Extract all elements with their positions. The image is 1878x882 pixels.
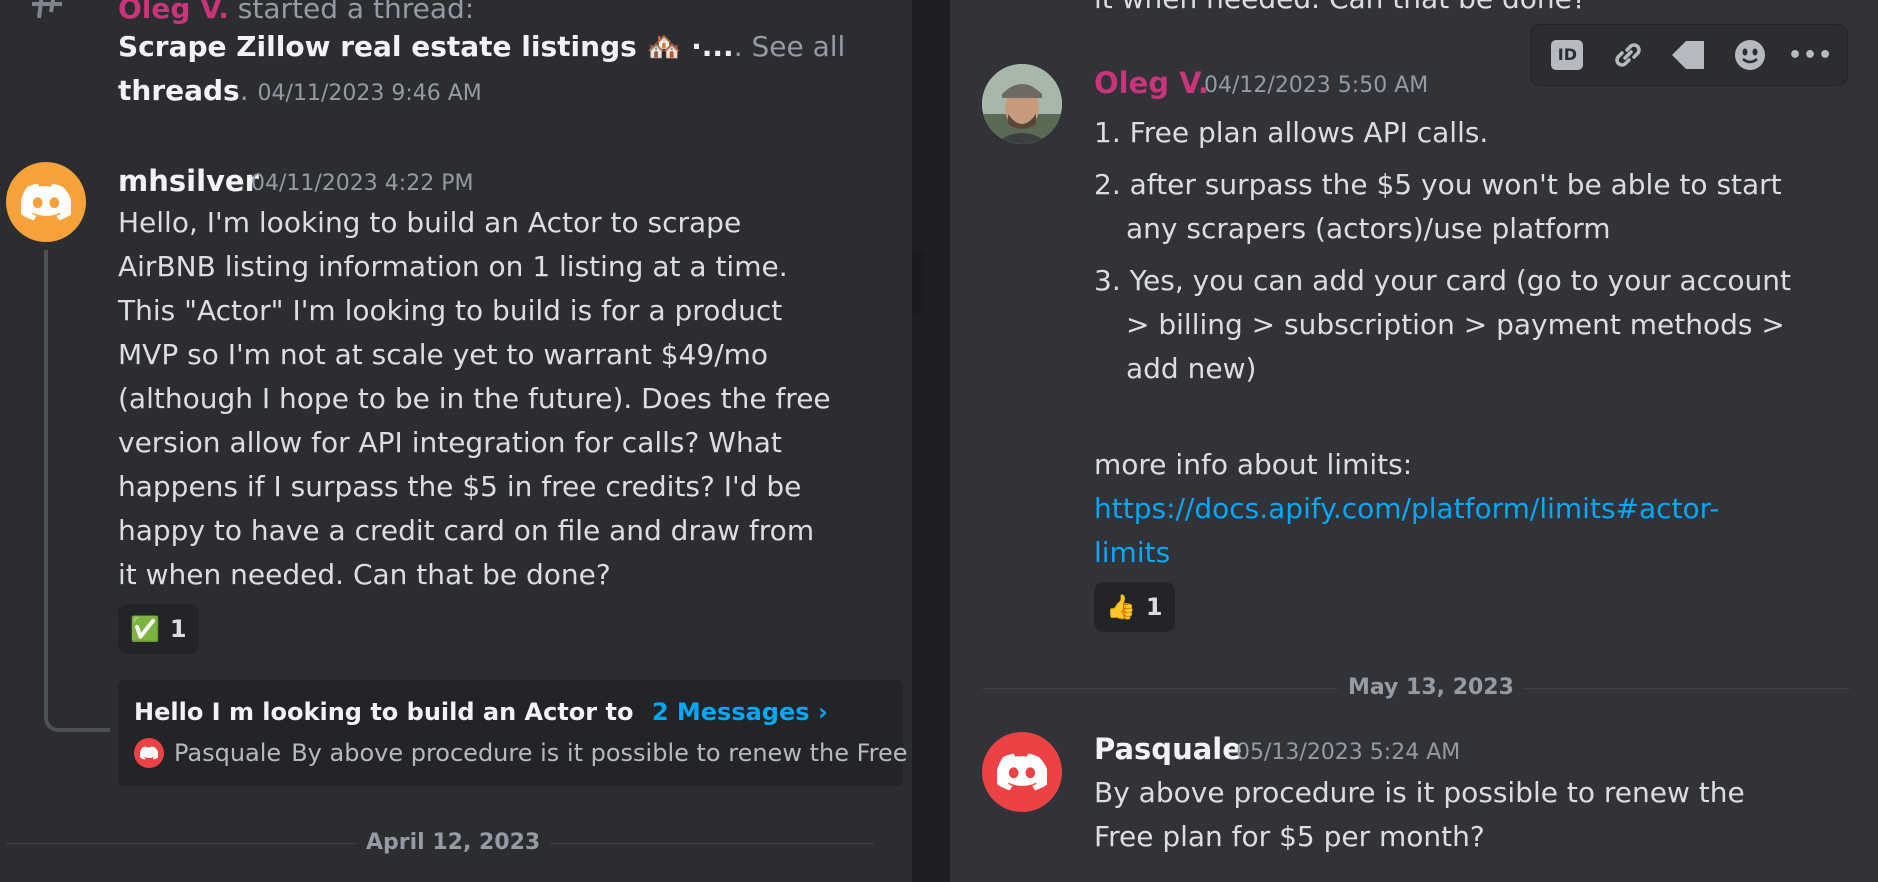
message-timestamp: 05/13/2023 5:24 AM bbox=[1236, 740, 1461, 765]
message-line: AirBNB listing information on 1 listing … bbox=[118, 250, 788, 283]
message-line: This "Actor" I'm looking to build is for… bbox=[118, 294, 783, 327]
message-line: happens if I surpass the $5 in free cred… bbox=[118, 470, 802, 503]
reaction-thumbs-up[interactable]: 👍 1 bbox=[1094, 582, 1175, 632]
list-item-continuation: > billing > subscription > payment metho… bbox=[1126, 308, 1785, 341]
avatar[interactable] bbox=[982, 732, 1062, 812]
date-divider-label: April 12, 2023 bbox=[356, 830, 551, 855]
message-line: Hello, I'm looking to build an Actor to … bbox=[118, 206, 742, 239]
thread-notice-timestamp: 04/11/2023 9:46 AM bbox=[257, 81, 482, 106]
thread-preview-card[interactable]: Hello I m looking to build an Actor to 2… bbox=[118, 680, 908, 786]
thread-last-author: Pasquale bbox=[174, 739, 282, 767]
add-reaction-button[interactable] bbox=[1728, 33, 1772, 77]
left-channel-pane: Oleg V. started a thread: Scrape Zillow … bbox=[0, 0, 912, 882]
message-author[interactable]: Oleg V. bbox=[1094, 66, 1209, 100]
reaction-checkmark[interactable]: ✅ 1 bbox=[118, 604, 199, 654]
emoji-icon bbox=[1734, 40, 1765, 70]
thread-notice-title-line: Scrape Zillow real estate listings 🏘️ ·.… bbox=[118, 30, 845, 63]
more-icon: ••• bbox=[1787, 42, 1834, 68]
message-line: By above procedure is it possible to ren… bbox=[1094, 776, 1745, 809]
list-item: 3. Yes, you can add your card (go to you… bbox=[1094, 264, 1792, 297]
message-line: happy to have a credit card on file and … bbox=[118, 514, 815, 547]
message-actions-toolbar: ID ••• bbox=[1530, 24, 1848, 86]
message-line: version allow for API integration for ca… bbox=[118, 426, 782, 459]
discord-logo-icon bbox=[997, 753, 1047, 791]
thread-notice-see-all-line: threads. 04/11/2023 9:46 AM bbox=[118, 74, 482, 107]
user-photo-avatar bbox=[982, 64, 1062, 144]
message-line: (although I hope to be in the future). D… bbox=[118, 382, 831, 415]
message-line: it when needed. Can that be done? bbox=[118, 558, 611, 591]
thread-notice-author[interactable]: Oleg V. bbox=[118, 0, 229, 25]
thread-preview-title: Hello I m looking to build an Actor to bbox=[134, 698, 634, 726]
see-all-text[interactable]: . See all bbox=[734, 30, 846, 63]
list-item-continuation: add new) bbox=[1126, 352, 1257, 385]
discord-logo-icon bbox=[140, 746, 158, 760]
more-options-button[interactable]: ••• bbox=[1787, 33, 1834, 77]
list-item: 1. Free plan allows API calls. bbox=[1094, 116, 1489, 149]
discord-logo-icon bbox=[21, 183, 71, 221]
list-item-continuation: any scrapers (actors)/use platform bbox=[1126, 212, 1611, 245]
more-info-text: more info about limits: bbox=[1094, 448, 1413, 481]
docs-link-line2[interactable]: limits bbox=[1094, 536, 1170, 569]
thread-notice-line: Oleg V. started a thread: bbox=[118, 0, 474, 25]
message-line: MVP so I'm not at scale yet to warrant $… bbox=[118, 338, 769, 371]
pane-divider bbox=[912, 0, 950, 882]
reaction-count: 1 bbox=[169, 615, 187, 643]
thread-icon bbox=[30, 0, 66, 22]
copy-id-button[interactable]: ID bbox=[1545, 33, 1589, 77]
small-avatar bbox=[134, 738, 164, 768]
message-author[interactable]: mhsilver bbox=[118, 164, 259, 198]
message-line: Free plan for $5 per month? bbox=[1094, 820, 1485, 853]
tag-icon bbox=[1671, 41, 1704, 69]
cutoff-message-line: it when needed. Can that be done? bbox=[1094, 0, 1587, 15]
thread-messages-link[interactable]: 2 Messages › bbox=[652, 698, 828, 726]
message-timestamp: 04/12/2023 5:50 AM bbox=[1204, 73, 1429, 98]
date-divider-label: May 13, 2023 bbox=[1338, 675, 1524, 700]
copy-link-button[interactable] bbox=[1606, 33, 1650, 77]
tag-button[interactable] bbox=[1667, 33, 1711, 77]
reaction-count: 1 bbox=[1145, 593, 1163, 621]
link-icon bbox=[1615, 43, 1641, 67]
message-author[interactable]: Pasquale bbox=[1094, 732, 1242, 766]
docs-limits-link[interactable]: https://docs.apify.com/platform/limits#a… bbox=[1094, 492, 1719, 525]
thread-connector-line bbox=[44, 250, 110, 732]
thumbs-up-emoji-icon: 👍 bbox=[1106, 593, 1136, 621]
checkmark-emoji-icon: ✅ bbox=[130, 615, 160, 643]
avatar[interactable] bbox=[982, 64, 1062, 144]
docs-link-line1[interactable]: https://docs.apify.com/platform/limits#a… bbox=[1094, 492, 1719, 525]
scrollbar-thumb[interactable] bbox=[912, 250, 924, 316]
message-timestamp: 04/11/2023 4:22 PM bbox=[251, 171, 474, 196]
list-item: 2. after surpass the $5 you won't be abl… bbox=[1094, 168, 1782, 201]
id-icon: ID bbox=[1551, 40, 1584, 70]
docs-limits-link-cont[interactable]: limits bbox=[1094, 536, 1170, 569]
avatar[interactable] bbox=[6, 162, 86, 242]
thread-notice-action: started a thread: bbox=[237, 0, 475, 25]
thread-title-link[interactable]: Scrape Zillow real estate listings 🏘️ ·.… bbox=[118, 30, 734, 63]
see-all-threads-link[interactable]: threads bbox=[118, 74, 240, 107]
thread-last-text: By above procedure is it possible to ren… bbox=[291, 739, 908, 767]
